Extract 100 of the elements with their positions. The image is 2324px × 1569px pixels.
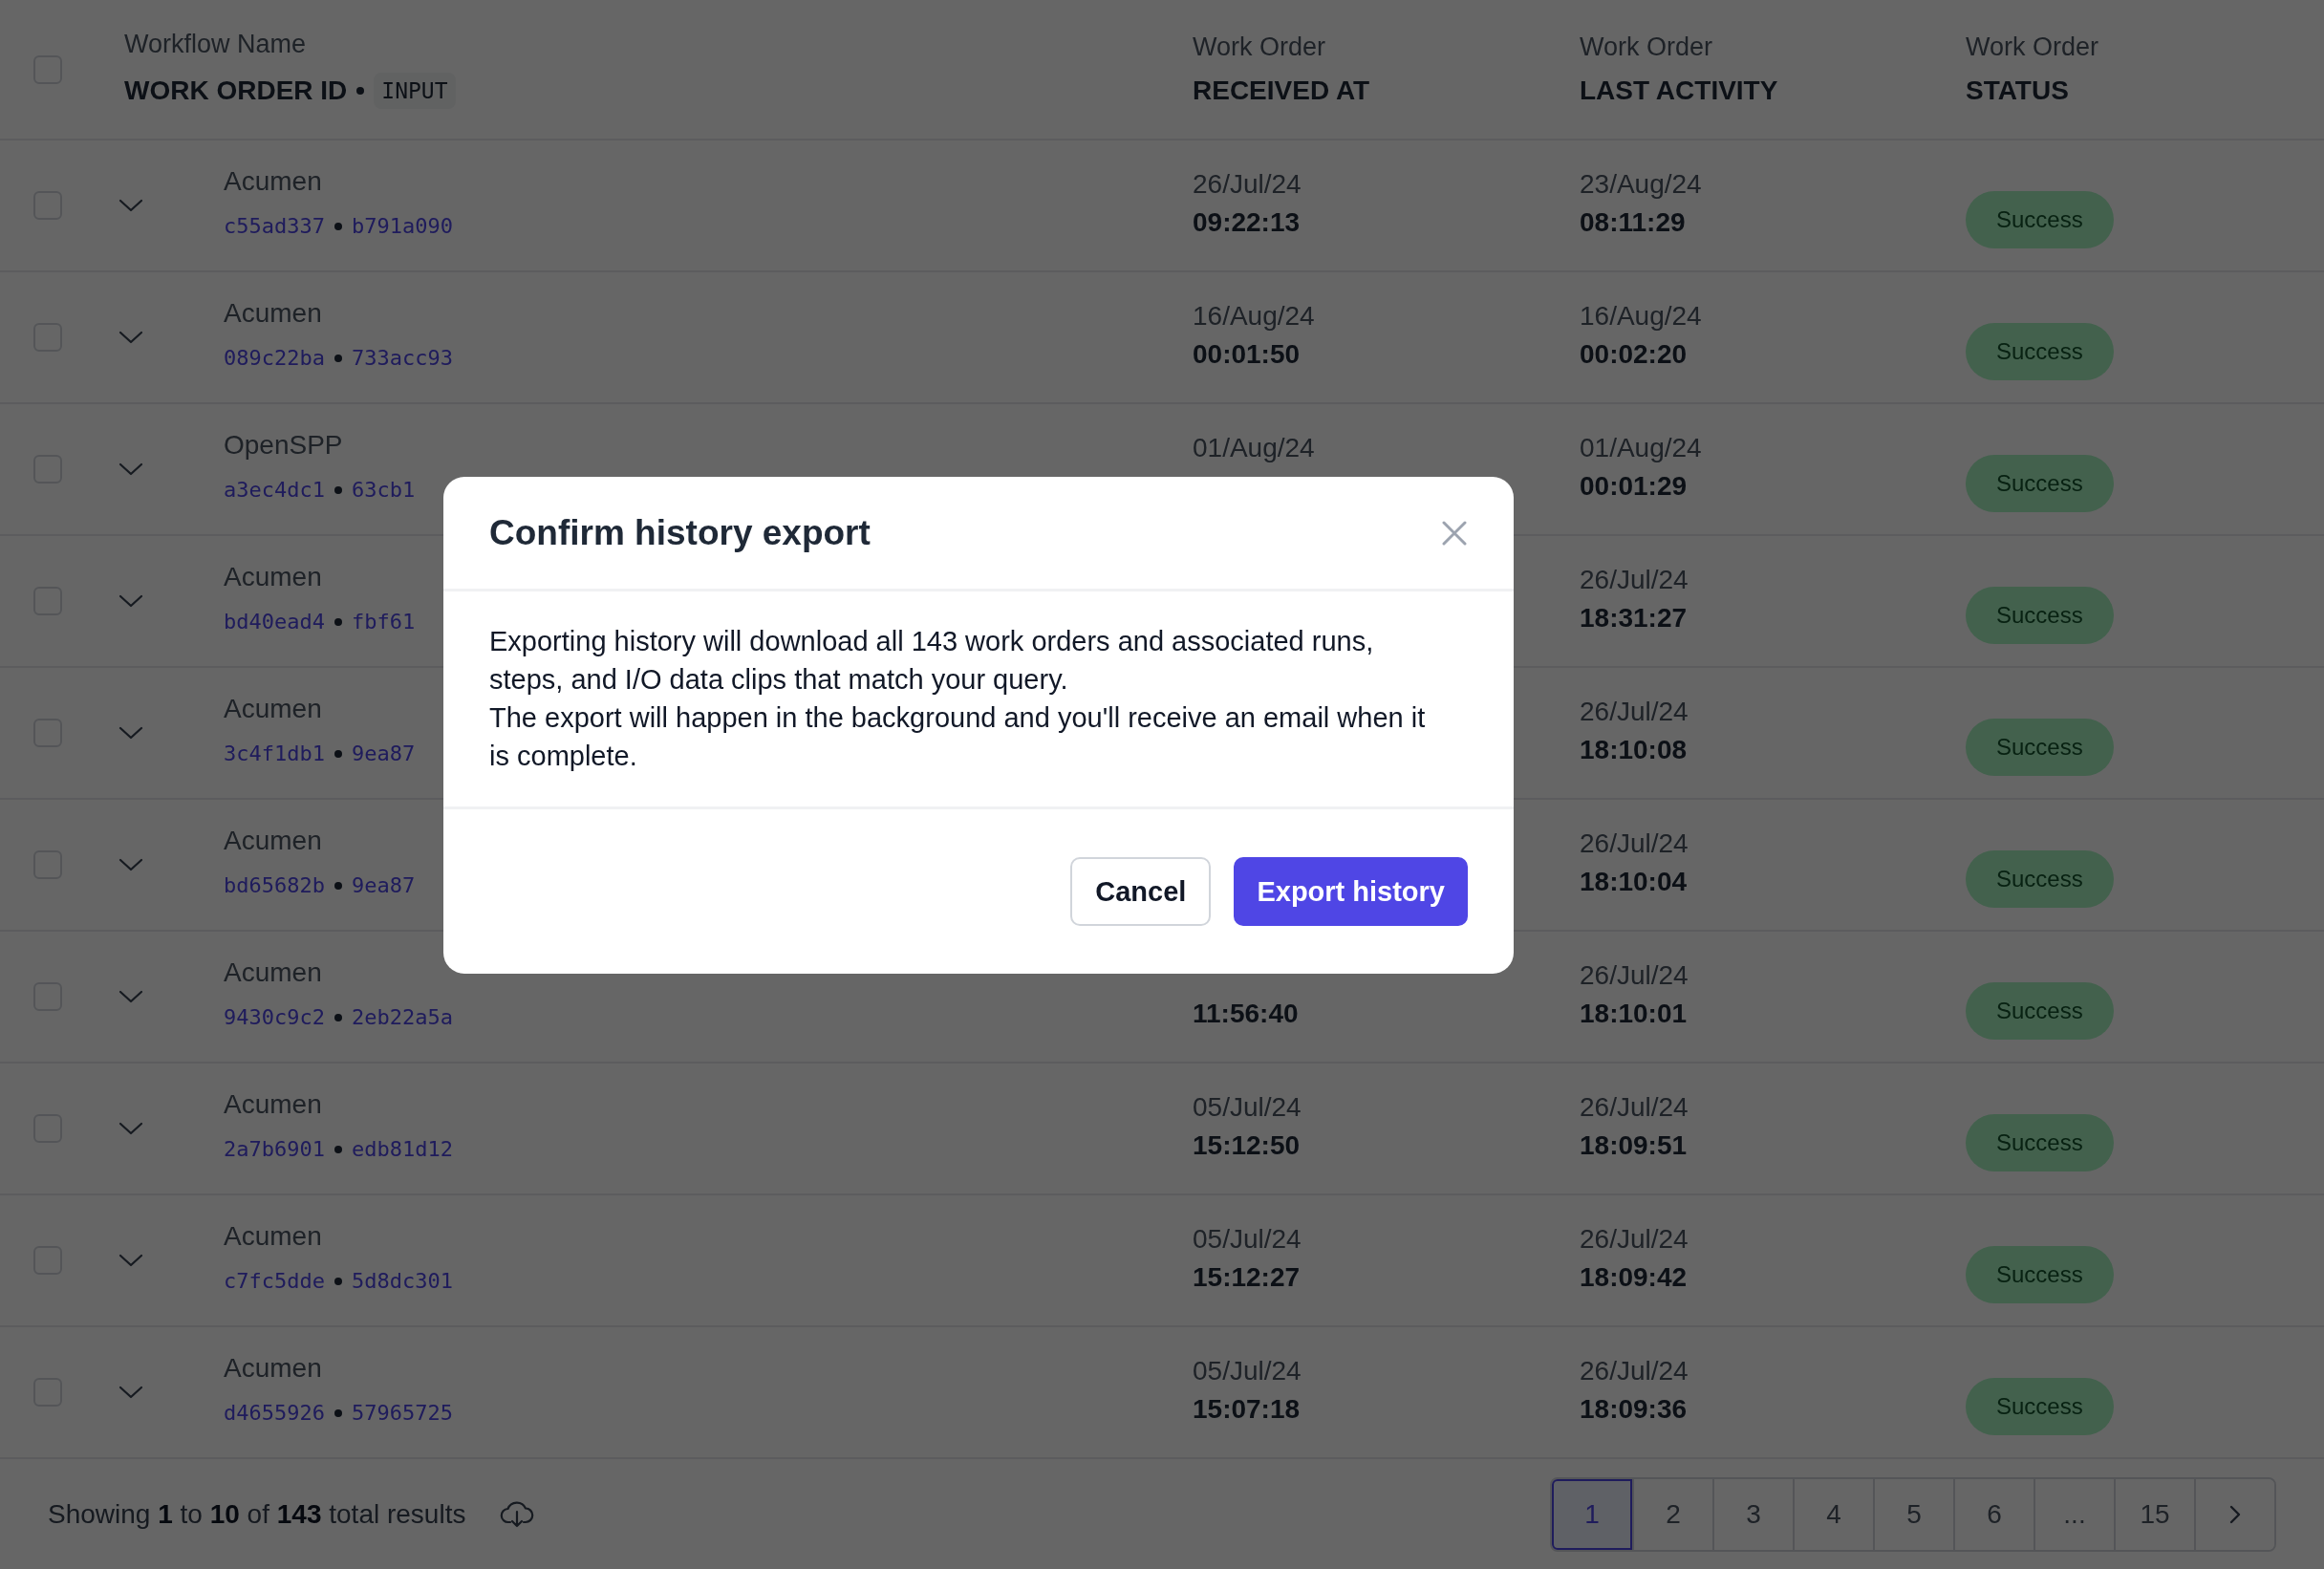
- chevron-down-icon[interactable]: [118, 462, 143, 477]
- chevron-down-icon[interactable]: [118, 725, 143, 741]
- last-activity-date: 26/Jul/24: [1580, 1356, 1689, 1386]
- status-badge: Success: [1966, 982, 2114, 1040]
- status-badge: Success: [1966, 455, 2114, 512]
- last-activity-date: 26/Jul/24: [1580, 697, 1689, 727]
- status-badge: Success: [1966, 1378, 2114, 1435]
- input-id-link[interactable]: b791a090: [351, 214, 453, 238]
- chevron-down-icon[interactable]: [118, 1253, 143, 1268]
- last-activity-time: 00:02:20: [1580, 339, 1688, 370]
- results-summary: Showing 1 to 10 of 143 total results: [48, 1499, 466, 1530]
- received-date: 05/Jul/24: [1193, 1224, 1302, 1255]
- work-order-id-link[interactable]: bd40ead4: [224, 610, 325, 634]
- input-id-link[interactable]: 57965725: [351, 1401, 453, 1425]
- received-date: 05/Jul/24: [1193, 1092, 1302, 1123]
- close-icon[interactable]: [1441, 519, 1468, 547]
- chevron-right-icon: [2228, 1504, 2242, 1525]
- workflow-name: Acumen: [224, 562, 322, 592]
- column-label: Workflow Name: [124, 30, 308, 59]
- last-activity-date: 01/Aug/24: [1580, 433, 1702, 463]
- input-id-link[interactable]: 63cb1: [351, 478, 416, 502]
- input-id-link[interactable]: 733acc93: [351, 346, 453, 370]
- last-activity-date: 26/Jul/24: [1580, 828, 1689, 859]
- last-activity-time: 00:01:29: [1580, 471, 1688, 502]
- chevron-down-icon[interactable]: [118, 989, 143, 1004]
- last-activity-date: 16/Aug/24: [1580, 301, 1702, 332]
- input-tag: INPUT: [374, 73, 456, 109]
- next-page-button[interactable]: [2194, 1479, 2274, 1550]
- status-badge: Success: [1966, 1246, 2114, 1303]
- input-id-link[interactable]: 2eb22a5a: [351, 1005, 453, 1029]
- cloud-download-icon[interactable]: [500, 1499, 535, 1530]
- last-activity-date: 26/Jul/24: [1580, 960, 1689, 991]
- received-time: 11:56:40: [1193, 999, 1299, 1029]
- input-id-link[interactable]: fbf61: [351, 610, 416, 634]
- separator-dot: [356, 87, 365, 95]
- column-heading: WORK ORDER ID: [124, 75, 348, 106]
- column-heading: RECEIVED AT: [1193, 75, 1370, 106]
- dialog-message: The export will happen in the background and you'll receive an email when it is complete.: [489, 701, 1427, 773]
- work-order-id-link[interactable]: d4655926: [224, 1401, 325, 1425]
- last-activity-date: 26/Jul/24: [1580, 1092, 1689, 1123]
- chevron-down-icon[interactable]: [118, 857, 143, 872]
- dialog-title: Confirm history export: [489, 512, 871, 553]
- received-time: 15:07:18: [1193, 1394, 1301, 1425]
- page-button[interactable]: 1: [1552, 1479, 1632, 1550]
- work-order-id-link[interactable]: 3c4f1db1: [224, 742, 325, 765]
- column-heading: LAST ACTIVITY: [1580, 75, 1778, 106]
- input-id-link[interactable]: edb81d12: [351, 1137, 453, 1161]
- workflow-name: Acumen: [224, 1221, 322, 1252]
- column-label: Work Order: [1193, 32, 1327, 62]
- work-order-id-link[interactable]: bd65682b: [224, 873, 325, 897]
- chevron-down-icon[interactable]: [118, 1121, 143, 1136]
- status-badge: Success: [1966, 1114, 2114, 1171]
- input-id-link[interactable]: 9ea87: [351, 873, 416, 897]
- last-activity-time: 18:10:04: [1580, 867, 1688, 897]
- received-time: 09:22:13: [1193, 207, 1301, 238]
- chevron-down-icon[interactable]: [118, 1385, 143, 1400]
- separator-dot: [334, 617, 342, 626]
- workflow-name: Acumen: [224, 298, 322, 329]
- separator-dot: [334, 881, 342, 890]
- work-order-id-link[interactable]: 089c22ba: [224, 346, 325, 370]
- last-activity-time: 18:09:36: [1580, 1394, 1688, 1425]
- cancel-button[interactable]: Cancel: [1070, 857, 1212, 926]
- work-order-id-link[interactable]: c7fc5dde: [224, 1269, 325, 1293]
- chevron-down-icon[interactable]: [118, 330, 143, 345]
- workflow-name: Acumen: [224, 826, 322, 856]
- last-activity-date: 23/Aug/24: [1580, 169, 1702, 200]
- status-badge: Success: [1966, 587, 2114, 644]
- last-activity-time: 18:31:27: [1580, 603, 1688, 634]
- separator-dot: [334, 1408, 342, 1417]
- column-label: Work Order: [1580, 32, 1714, 62]
- workflow-name: Acumen: [224, 694, 322, 724]
- dialog-message: Exporting history will download all 143 work orders and associated runs, steps, and I/O data clips that match your query.: [489, 625, 1375, 697]
- chevron-down-icon[interactable]: [118, 198, 143, 213]
- separator-dot: [334, 1013, 342, 1021]
- received-time: 15:12:50: [1193, 1130, 1301, 1161]
- last-activity-time: 18:10:08: [1580, 735, 1688, 765]
- work-order-id-link[interactable]: 9430c9c2: [224, 1005, 325, 1029]
- workflow-name: OpenSPP: [224, 430, 343, 461]
- work-order-id-link[interactable]: c55ad337: [224, 214, 325, 238]
- separator-dot: [334, 749, 342, 758]
- status-badge: Success: [1966, 850, 2114, 908]
- input-id-link[interactable]: 9ea87: [351, 742, 416, 765]
- chevron-down-icon[interactable]: [118, 593, 143, 609]
- export-history-button[interactable]: Export history: [1234, 857, 1468, 926]
- column-label: Work Order: [1966, 32, 2100, 62]
- received-time: 15:12:27: [1193, 1262, 1301, 1293]
- workflow-name: Acumen: [224, 957, 322, 988]
- received-time: 00:01:50: [1193, 339, 1301, 370]
- work-order-id-link[interactable]: 2a7b6901: [224, 1137, 325, 1161]
- separator-dot: [334, 1145, 342, 1153]
- workflow-name: Acumen: [224, 1353, 322, 1384]
- status-badge: Success: [1966, 719, 2114, 776]
- input-id-link[interactable]: 5d8dc301: [351, 1269, 453, 1293]
- separator-dot: [334, 1277, 342, 1285]
- workflow-name: Acumen: [224, 166, 322, 197]
- last-activity-time: 18:10:01: [1580, 999, 1688, 1029]
- last-activity-date: 26/Jul/24: [1580, 565, 1689, 595]
- status-badge: Success: [1966, 191, 2114, 248]
- column-heading: STATUS: [1966, 75, 2069, 106]
- work-order-id-link[interactable]: a3ec4dc1: [224, 478, 325, 502]
